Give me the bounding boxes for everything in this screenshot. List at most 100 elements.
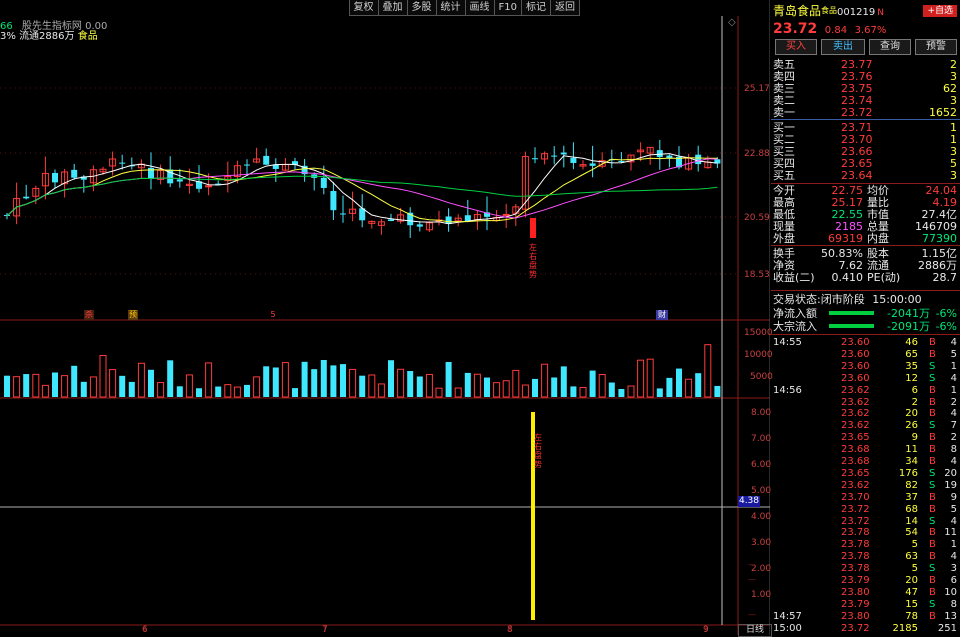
tick-price: 23.60 [841,372,870,384]
candle [320,177,327,188]
tick-volume: 2 [911,396,918,408]
stat-label: 外盘 [773,232,795,245]
fq-button[interactable]: 复权 [348,0,379,16]
tick-side: S [929,598,936,610]
f10-button[interactable]: F10 [493,0,522,16]
event-tag[interactable]: 杀 [84,310,94,320]
flow-value: -2041万 [887,307,930,320]
tick-row: 23.70 37 B 9 [771,492,960,504]
draw-button[interactable]: 画线 [464,0,495,16]
stats-button[interactable]: 统计 [435,0,466,16]
sell-button[interactable]: 卖出 [821,39,865,55]
volume-bar [109,369,117,398]
ask-row[interactable]: 卖一 23.72 1652 [771,106,960,119]
event-tag[interactable]: 财 [656,310,668,320]
bid-row[interactable]: 买五 23.64 3 [771,169,960,182]
candle [244,164,250,166]
bid-volume: 3 [950,169,957,182]
tick-price: 23.62 [841,408,870,420]
price-change: 0.84 [824,25,848,36]
volume-bar [704,344,712,398]
candle [119,162,126,164]
tick-price: 23.78 [841,563,870,575]
candle [176,179,183,182]
tick-time: 14:55 [773,337,802,348]
volume-bar [71,365,78,397]
price-change-pct: 3.67% [854,25,887,36]
tick-price: 23.72 [841,622,870,634]
date-tick: 9 [703,625,709,635]
query-button[interactable]: 查询 [869,39,911,55]
tick-count: 7 [950,420,957,432]
chart-canvas[interactable] [0,0,770,635]
tick-count: 1 [950,539,957,551]
volume-bar [637,359,645,398]
candle [340,213,346,215]
stock-flag: N [877,8,884,18]
tick-count: 8 [950,598,957,610]
flow-bar [829,311,874,315]
info-line-2: 3% 流通2886万 食品 [0,27,98,42]
kline-chart-area[interactable]: 复权 叠加 多股 统计 画线 F10 标记 返回 66 股先生指标网 0.00 … [0,0,773,637]
tick-count: 5 [950,503,957,515]
add-watchlist-button[interactable]: +自选 [923,5,957,17]
period-selector[interactable]: 日线 [738,624,772,637]
volume-bar [359,375,366,397]
volume-bar [608,382,615,397]
tick-price: 23.68 [841,444,870,456]
flow-divider [771,334,960,335]
tick-volume: 63 [905,551,918,563]
quote-panel: 青岛食品食品001219 N +自选 23.72 0.84 3.67% 买入 卖出… [771,0,960,635]
tick-side: B [929,396,936,408]
ask-volume: 1652 [929,106,957,119]
back-button[interactable]: 返回 [550,0,580,16]
stock-name: 青岛食品 [773,4,822,18]
multi-stock-button[interactable]: 多股 [406,0,437,16]
stock-tag: 食品 [821,6,838,15]
tick-row: 23.78 63 B 4 [771,551,960,563]
ask-price: 23.72 [841,106,873,119]
tick-side: S [929,479,936,491]
flow-pct: -6% [935,307,957,320]
volume-bar [224,384,232,398]
tick-volume: 26 [905,420,918,432]
tick-row: 23.72 14 S 4 [771,516,960,528]
tick-side: B [929,456,936,467]
date-tick: 6 [142,625,148,635]
tick-volume: 37 [905,491,918,503]
volume-bar [666,377,673,397]
stats-divider [771,290,960,291]
tick-count: 2 [950,396,957,408]
tick-count: 8 [950,444,957,456]
tick-count: 4 [950,456,957,467]
volume-bar [13,376,21,398]
tick-side: B [929,408,936,420]
volume-bar [167,360,174,397]
volume-bar [233,386,241,398]
volume-bar [157,382,165,398]
volume-bar [340,364,346,397]
event-tag[interactable]: 5 [268,310,278,320]
diamond-icon[interactable]: ◇ [728,17,736,28]
volume-bar [502,380,510,398]
tick-row: 23.78 5 S 3 [771,563,960,575]
alert-button[interactable]: 预警 [915,39,957,55]
tick-count: 1 [950,360,957,372]
mark-button[interactable]: 标记 [521,0,551,16]
volume-bar [570,386,577,397]
tick-count: 1 [950,384,957,396]
volume-bar [618,388,625,397]
tick-price: 23.80 [841,586,870,598]
flow-label: 净流入额 [773,307,817,320]
candle [570,157,577,163]
buy-button[interactable]: 买入 [775,39,817,55]
tick-row: 23.78 5 B 1 [771,539,960,551]
tick-count: 6 [950,575,957,586]
stat-value: 77390 [922,232,957,245]
candle [416,224,423,227]
overlay-button[interactable]: 叠加 [377,0,408,16]
stock-header: 青岛食品食品001219 N +自选 [771,3,960,19]
event-tag[interactable]: 预 [128,310,138,320]
tick-price: 23.80 [841,610,870,622]
tick-count: 4 [950,408,957,420]
